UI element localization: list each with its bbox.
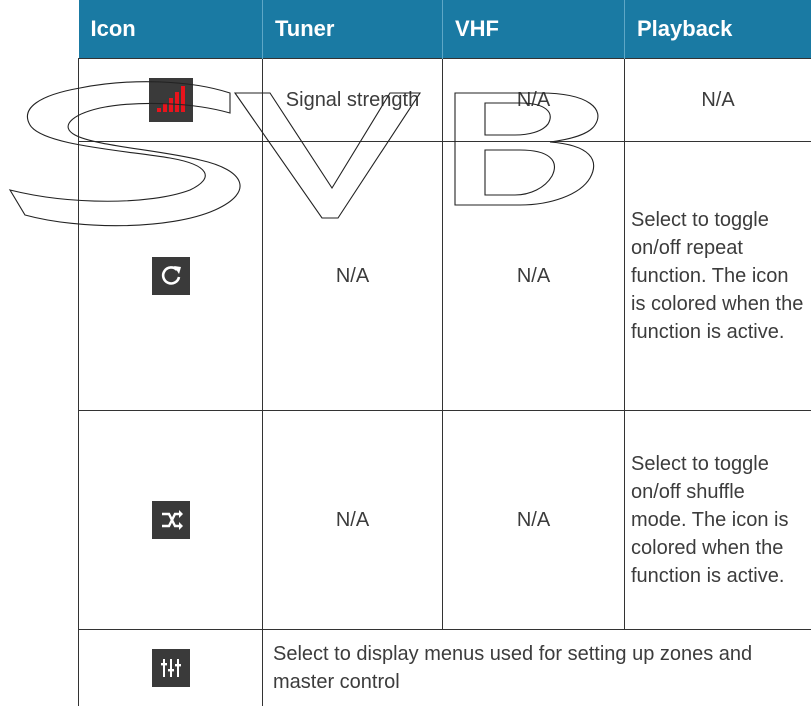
signal-strength-icon bbox=[148, 78, 193, 122]
table-row: N/A N/A Select to toggle on/off shuffle … bbox=[78, 410, 811, 630]
tuner-cell: N/A bbox=[262, 410, 443, 630]
table-row: N/A N/A Select to toggle on/off repeat f… bbox=[78, 141, 811, 411]
icon-cell bbox=[78, 141, 263, 411]
header-tuner: Tuner bbox=[262, 0, 443, 59]
icon-cell bbox=[78, 629, 263, 706]
header-vhf: VHF bbox=[442, 0, 625, 59]
playback-cell: N/A bbox=[624, 58, 811, 142]
header-icon: Icon bbox=[78, 0, 263, 59]
equalizer-icon bbox=[151, 649, 190, 687]
table-row: Select to display menus used for setting… bbox=[78, 629, 811, 706]
icon-table: Icon Tuner VHF Playback Signal strength bbox=[78, 0, 811, 706]
playback-cell: Select to toggle on/off shuffle mode. Th… bbox=[624, 410, 811, 630]
shuffle-icon bbox=[151, 501, 190, 539]
table-header-row: Icon Tuner VHF Playback bbox=[78, 0, 811, 59]
tuner-cell: Signal strength bbox=[262, 58, 443, 142]
vhf-cell: N/A bbox=[442, 141, 625, 411]
zones-description-cell: Select to display menus used for setting… bbox=[262, 629, 811, 706]
icon-cell bbox=[78, 410, 263, 630]
vhf-cell: N/A bbox=[442, 58, 625, 142]
playback-cell: Select to toggle on/off repeat function.… bbox=[624, 141, 811, 411]
icon-cell bbox=[78, 58, 263, 142]
repeat-icon bbox=[151, 257, 190, 295]
table-row: Signal strength N/A N/A bbox=[78, 58, 811, 142]
tuner-cell: N/A bbox=[262, 141, 443, 411]
vhf-cell: N/A bbox=[442, 410, 625, 630]
header-playback: Playback bbox=[624, 0, 811, 59]
